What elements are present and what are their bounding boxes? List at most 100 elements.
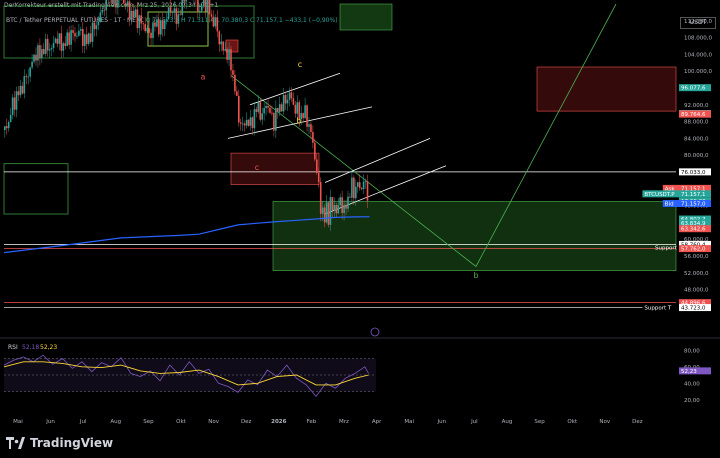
candle	[212, 16, 215, 27]
trend-line-3	[249, 72, 341, 106]
candle	[238, 95, 240, 123]
candle	[314, 142, 316, 160]
candle	[25, 76, 28, 78]
x-tick-label: 2026	[271, 419, 286, 425]
candle	[11, 97, 14, 115]
candle	[366, 181, 369, 201]
candle	[249, 117, 252, 126]
x-tick-label: Okt	[567, 419, 578, 425]
x-tick-label: Mrz	[339, 419, 349, 425]
candle	[68, 32, 70, 45]
x-tick-label: Aug	[110, 419, 121, 425]
candle	[333, 204, 336, 211]
candle	[142, 23, 145, 25]
candle	[122, 0, 125, 4]
candle	[255, 109, 258, 112]
candle	[351, 177, 353, 198]
candle	[288, 92, 291, 100]
candle	[304, 105, 306, 119]
candle	[15, 91, 18, 110]
rsi-value-label: 52,23	[681, 369, 697, 375]
tradingview-logo[interactable]: TradingView	[6, 436, 113, 450]
candle	[111, 0, 113, 4]
candle	[286, 99, 289, 104]
candle	[72, 30, 74, 33]
x-tick-label: Mai	[404, 419, 414, 425]
x-tick-label: Okt	[176, 419, 187, 425]
candle	[202, 0, 205, 7]
candle	[136, 9, 139, 29]
candle	[364, 181, 367, 183]
candle	[78, 30, 80, 36]
rsi-tick-label: 80,00	[684, 348, 700, 354]
rsi-value: 52,23	[40, 344, 57, 351]
candle	[308, 124, 310, 127]
price-label: 57.762,0	[681, 247, 706, 253]
candle	[362, 181, 365, 190]
candle	[37, 45, 39, 61]
candle	[173, 8, 176, 13]
candle	[60, 33, 63, 51]
candle	[341, 197, 343, 213]
candle	[214, 17, 217, 27]
candle	[312, 132, 314, 143]
candle	[169, 7, 172, 13]
y-tick-label: 84.000,0	[684, 136, 709, 142]
tradingview-icon	[6, 437, 25, 449]
x-tick-label: Jun	[45, 419, 55, 425]
y-tick-label: 80.000,0	[684, 153, 709, 159]
candle	[33, 54, 35, 62]
y-tick-label: 108.000,0	[684, 36, 712, 42]
candle	[319, 182, 322, 214]
candle	[228, 49, 230, 60]
x-tick-label: Jul	[79, 419, 87, 425]
candle	[263, 108, 265, 114]
candle	[251, 117, 254, 129]
price-chart[interactable]: 80,0060,0040,0020,00RSI52,1852,2352,23 1…	[0, 0, 720, 458]
candle	[345, 204, 347, 209]
candle	[185, 0, 187, 2]
candle	[335, 204, 338, 214]
rsi-params: 52,18	[22, 344, 39, 351]
candle	[13, 97, 16, 110]
candle	[66, 32, 68, 46]
candle	[43, 49, 45, 54]
candle	[115, 0, 117, 8]
candle	[356, 182, 359, 187]
zone-green-main	[272, 201, 677, 271]
candle	[278, 104, 281, 112]
candle	[267, 105, 269, 108]
candle	[271, 112, 273, 114]
candle	[329, 197, 332, 225]
candle	[261, 113, 263, 120]
wave-label-c: c	[298, 60, 302, 69]
candle	[117, 0, 119, 8]
wave-label-b: b	[473, 271, 478, 280]
candle	[126, 1, 129, 6]
candle	[257, 101, 260, 112]
candle	[154, 22, 156, 27]
candle	[226, 49, 228, 60]
candle	[280, 104, 283, 112]
zone-box-left	[3, 163, 69, 215]
candle	[204, 0, 207, 12]
candle	[224, 49, 226, 51]
candle	[105, 0, 107, 11]
candle	[284, 95, 287, 104]
candle	[220, 41, 223, 45]
y-tick-label: 112.000,0	[684, 19, 712, 25]
x-tick-label: Sep	[534, 419, 545, 425]
y-tick-label: 92.000,0	[684, 103, 709, 109]
candle	[239, 122, 242, 124]
candle	[222, 41, 224, 51]
candle	[124, 3, 127, 6]
candle	[306, 105, 308, 127]
candle	[243, 123, 246, 126]
candle	[247, 119, 250, 126]
x-tick-label: Jun	[437, 419, 447, 425]
candle	[277, 107, 279, 112]
candle	[134, 9, 137, 18]
candle	[62, 43, 65, 51]
price-tag: Support T	[644, 306, 671, 312]
candle	[56, 38, 59, 44]
